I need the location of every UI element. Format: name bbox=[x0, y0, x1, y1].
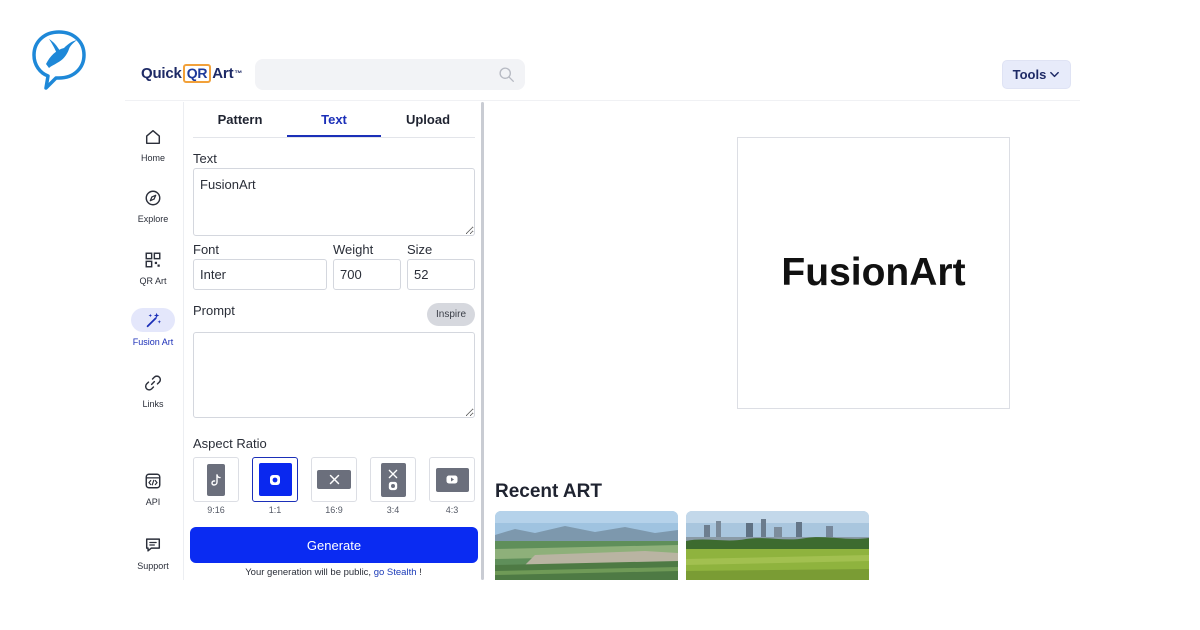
side-navigation: Home Explore QR Art Fusion Art Links API bbox=[125, 102, 183, 582]
nav-label-api: API bbox=[145, 497, 161, 507]
chat-icon bbox=[142, 534, 164, 556]
text-field-label: Text bbox=[193, 151, 217, 166]
nav-item-explore[interactable]: Explore bbox=[130, 181, 176, 229]
hummingbird-logo-icon bbox=[32, 30, 86, 90]
art-preview: FusionArt bbox=[737, 137, 1010, 409]
weight-input[interactable] bbox=[333, 259, 401, 290]
search-icon[interactable] bbox=[498, 66, 515, 83]
nav-label-home: Home bbox=[140, 153, 165, 163]
compass-icon bbox=[142, 187, 164, 209]
text-input[interactable]: FusionArt bbox=[193, 168, 475, 236]
ratio-label-16-9: 16:9 bbox=[325, 505, 343, 515]
nav-label-links: Links bbox=[142, 399, 164, 409]
public-notice: Your generation will be public, go Steal… bbox=[184, 567, 483, 578]
ratio-label-1-1: 1:1 bbox=[268, 505, 282, 515]
preview-text: FusionArt bbox=[781, 251, 966, 294]
x-twitter-icon bbox=[317, 470, 351, 489]
nav-label-qr-art: QR Art bbox=[139, 276, 167, 286]
editor-panel: Pattern Text Upload Text FusionArt Font … bbox=[183, 102, 482, 580]
weight-field-label: Weight bbox=[333, 242, 374, 257]
nav-item-links[interactable]: Links bbox=[130, 366, 176, 414]
ratio-option-4-3[interactable] bbox=[429, 457, 475, 502]
link-icon bbox=[142, 372, 164, 394]
tab-pattern[interactable]: Pattern bbox=[193, 102, 287, 137]
size-field-label: Size bbox=[407, 242, 433, 257]
ratio-label-4-3: 4:3 bbox=[445, 505, 459, 515]
go-stealth-link[interactable]: go Stealth bbox=[374, 567, 417, 578]
recent-art-title: Recent ART bbox=[495, 481, 602, 502]
ratio-option-1-1[interactable] bbox=[252, 457, 298, 502]
code-icon bbox=[142, 470, 164, 492]
tools-label: Tools bbox=[1012, 67, 1047, 82]
instagram-icon bbox=[258, 463, 292, 496]
font-field-label: Font bbox=[193, 242, 220, 257]
ratio-option-9-16[interactable] bbox=[193, 457, 239, 502]
x-instagram-icon bbox=[380, 462, 406, 497]
tools-menu-button[interactable]: Tools bbox=[1002, 60, 1071, 89]
brand-name-suffix: Art bbox=[212, 65, 234, 82]
ratio-option-16-9[interactable] bbox=[311, 457, 357, 502]
nav-item-qr-art[interactable]: QR Art bbox=[130, 243, 176, 291]
prompt-field-label: Prompt bbox=[193, 303, 235, 318]
nav-item-fusion-art[interactable]: Fusion Art bbox=[130, 302, 176, 350]
aspect-ratio-label: Aspect Ratio bbox=[193, 436, 267, 451]
ratio-label-3-4: 3:4 bbox=[386, 505, 400, 515]
magic-wand-icon bbox=[131, 308, 175, 332]
notice-suffix: ! bbox=[416, 567, 422, 578]
nav-label-support: Support bbox=[137, 561, 169, 571]
tab-text[interactable]: Text bbox=[287, 102, 381, 137]
nav-item-api[interactable]: API bbox=[130, 464, 176, 512]
generate-button[interactable]: Generate bbox=[190, 527, 478, 563]
inspire-button[interactable]: Inspire bbox=[427, 303, 475, 326]
tiktok-icon bbox=[207, 463, 225, 496]
brand-name-qr: QR bbox=[182, 64, 212, 83]
ratio-option-3-4[interactable] bbox=[370, 457, 416, 502]
top-header: Quick QR Art ™ Tools bbox=[125, 55, 1080, 101]
youtube-icon bbox=[435, 467, 469, 492]
tab-upload[interactable]: Upload bbox=[381, 102, 475, 137]
brand-name-prefix: Quick bbox=[141, 65, 182, 82]
brand-trademark: ™ bbox=[234, 69, 243, 78]
nav-label-explore: Explore bbox=[137, 214, 169, 224]
chevron-down-icon bbox=[1050, 71, 1060, 78]
nav-item-support[interactable]: Support bbox=[130, 528, 176, 576]
ratio-label-9-16: 9:16 bbox=[207, 505, 225, 515]
nav-label-fusion-art: Fusion Art bbox=[132, 337, 174, 347]
font-input[interactable] bbox=[193, 259, 327, 290]
prompt-input[interactable] bbox=[193, 332, 475, 418]
panel-scrollbar[interactable] bbox=[481, 102, 484, 580]
size-input[interactable] bbox=[407, 259, 475, 290]
recent-art-thumbnail[interactable] bbox=[686, 511, 869, 580]
home-icon bbox=[142, 126, 164, 148]
city-landscape-image bbox=[686, 511, 869, 580]
landscape-image bbox=[495, 511, 678, 580]
nav-item-home[interactable]: Home bbox=[130, 120, 176, 168]
search-box bbox=[255, 59, 525, 90]
notice-text: Your generation will be public, bbox=[245, 567, 374, 578]
recent-art-thumbnail[interactable] bbox=[495, 511, 678, 580]
search-input[interactable] bbox=[255, 59, 525, 90]
qr-code-icon bbox=[142, 249, 164, 271]
brand-logo[interactable]: Quick QR Art ™ bbox=[141, 64, 242, 83]
editor-tabs: Pattern Text Upload bbox=[193, 102, 475, 138]
